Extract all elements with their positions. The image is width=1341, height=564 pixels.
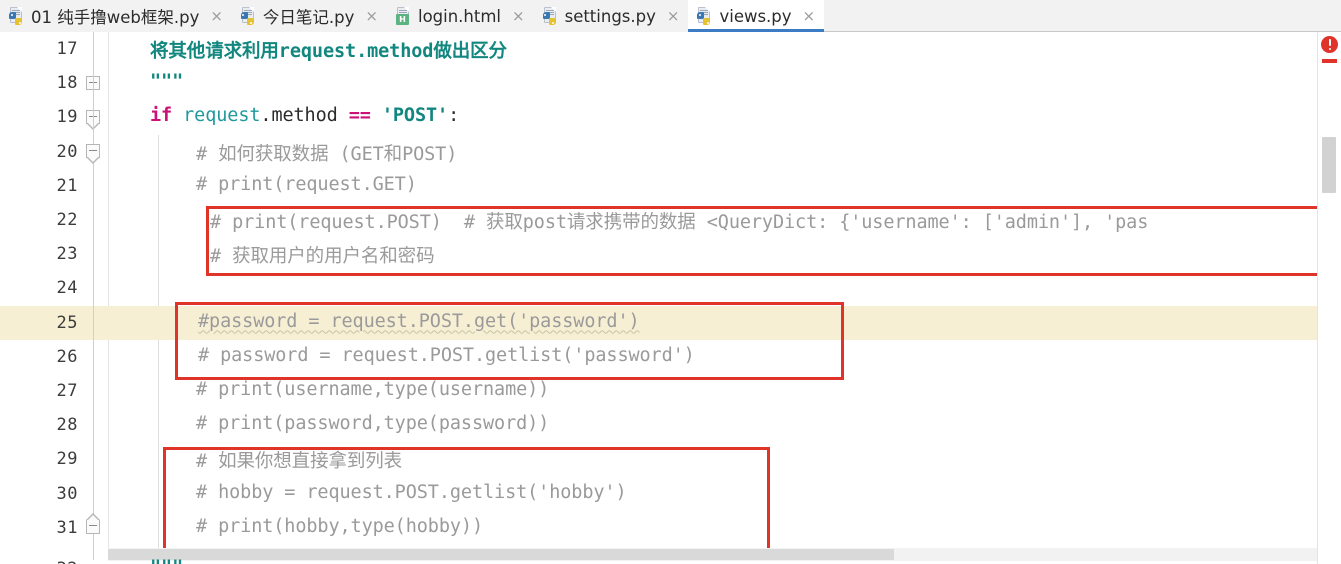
close-icon[interactable]: × <box>803 8 816 24</box>
tab-label: views.py <box>719 6 792 26</box>
tab-settings-py[interactable]: settings.py × <box>533 0 689 32</box>
line-number: 25 <box>56 312 78 333</box>
line-content: # password = request.POST.getlist('passw… <box>198 344 695 366</box>
html-file-icon: H <box>395 7 412 25</box>
line-number: 27 <box>56 381 78 401</box>
line-number: 18 <box>56 73 78 94</box>
tab-label: 01 纯手撸web框架.py <box>31 8 200 27</box>
tab-today-notes[interactable]: 今日笔记.py × <box>231 0 387 32</box>
line-number: 30 <box>56 483 78 504</box>
line-content: 将其他请求利用request.method做出区分 <box>150 41 507 62</box>
tab-views-py[interactable]: views.py × <box>688 0 825 32</box>
editor-window: 01 纯手撸web框架.py × 今日笔记.py × H login.html … <box>0 0 1341 564</box>
line-content: # print(password,type(password)) <box>196 413 550 435</box>
code-line-26[interactable]: 26 # password = request.POST.getlist('pa… <box>0 340 1341 374</box>
code-line-31[interactable]: 31 # print(hobby,type(hobby)) <box>0 511 1341 545</box>
line-number: 28 <box>56 415 78 436</box>
line-number: 17 <box>56 39 78 59</box>
code-line-25[interactable]: 25 #password = request.POST.get('passwor… <box>0 305 1341 340</box>
error-stripe-marker[interactable] <box>1322 59 1337 63</box>
line-content: """ <box>150 557 183 564</box>
tab-label: 今日笔记.py <box>262 8 355 27</box>
code-line-28[interactable]: 28 # print(password,type(password)) <box>0 408 1341 442</box>
line-number: 31 <box>56 517 78 538</box>
code-line-19[interactable]: 19 if request.method == 'POST': <box>0 100 1341 134</box>
close-icon[interactable]: × <box>512 8 525 24</box>
tab-login-html[interactable]: H login.html × <box>386 0 534 32</box>
line-content: """ <box>150 71 184 93</box>
line-content: # hobby = request.POST.getlist('hobby') <box>196 481 627 503</box>
tab-01-web-framework[interactable]: 01 纯手撸web框架.py × <box>0 0 232 32</box>
tab-label: settings.py <box>564 6 656 26</box>
html-badge-letter: H <box>395 14 409 25</box>
tab-label: login.html <box>417 6 502 26</box>
code-line-24[interactable]: 24 <box>0 271 1341 305</box>
line-number: 32 <box>0 559 78 564</box>
line-number: 23 <box>56 244 78 265</box>
editor-marker-bar[interactable] <box>1317 32 1341 564</box>
line-number: 24 <box>56 278 78 299</box>
close-icon[interactable]: × <box>210 8 223 24</box>
line-content: # 如何获取数据 (GET和POST) <box>196 143 458 165</box>
code-line-29[interactable]: 29 # 如果你想直接拿到列表 <box>0 442 1341 476</box>
line-content: # 如果你想直接拿到列表 <box>196 451 403 473</box>
line-number: 22 <box>56 210 78 230</box>
code-lines[interactable]: 17 将其他请求利用request.method做出区分 18 """ 19 i… <box>0 32 1341 564</box>
horizontal-scrollbar-thumb[interactable] <box>108 549 894 560</box>
code-line-30[interactable]: 30 # hobby = request.POST.getlist('hobby… <box>0 477 1341 511</box>
vertical-scrollbar-thumb[interactable] <box>1322 137 1336 193</box>
code-line-27[interactable]: 27 # print(username,type(username)) <box>0 374 1341 408</box>
line-number: 21 <box>56 175 78 196</box>
fold-marker-line-20[interactable] <box>86 104 101 524</box>
code-line-17[interactable]: 17 将其他请求利用request.method做出区分 <box>0 32 1341 66</box>
fold-marker-line-31[interactable] <box>86 480 101 560</box>
line-content: #password = request.POST.get('password') <box>198 310 640 332</box>
line-number: 20 <box>56 141 78 162</box>
editor-tab-bar: 01 纯手撸web框架.py × 今日笔记.py × H login.html … <box>0 0 1341 32</box>
code-line-22[interactable]: 22 # print(request.POST) # 获取post请求携带的数据… <box>0 203 1341 237</box>
python-file-icon <box>696 7 713 25</box>
code-editor[interactable]: 17 将其他请求利用request.method做出区分 18 """ 19 i… <box>0 32 1341 564</box>
line-number: 26 <box>56 346 78 367</box>
line-content: # print(username,type(username)) <box>196 379 550 400</box>
code-line-21[interactable]: 21 # print(request.GET) <box>0 169 1341 203</box>
line-content: # print(request.POST) # 获取post请求携带的数据 <Q… <box>210 212 1149 233</box>
close-icon[interactable]: × <box>365 8 378 24</box>
error-circle-icon[interactable] <box>1321 36 1338 53</box>
close-icon[interactable]: × <box>667 8 680 24</box>
line-number: 29 <box>56 449 78 470</box>
line-number: 19 <box>56 107 78 128</box>
python-file-icon <box>240 7 257 25</box>
line-content: # print(request.GET) <box>196 173 417 195</box>
line-content: # 获取用户的用户名和密码 <box>210 246 435 268</box>
horizontal-scrollbar[interactable] <box>108 548 1318 561</box>
python-file-icon <box>542 7 559 25</box>
code-line-23[interactable]: 23 # 获取用户的用户名和密码 <box>0 237 1341 271</box>
code-line-18[interactable]: 18 """ <box>0 66 1341 100</box>
code-line-20[interactable]: 20 # 如何获取数据 (GET和POST) <box>0 135 1341 169</box>
line-content: # print(hobby,type(hobby)) <box>196 515 483 537</box>
line-content: if request.method == 'POST': <box>150 105 460 127</box>
python-file-icon <box>8 7 25 25</box>
